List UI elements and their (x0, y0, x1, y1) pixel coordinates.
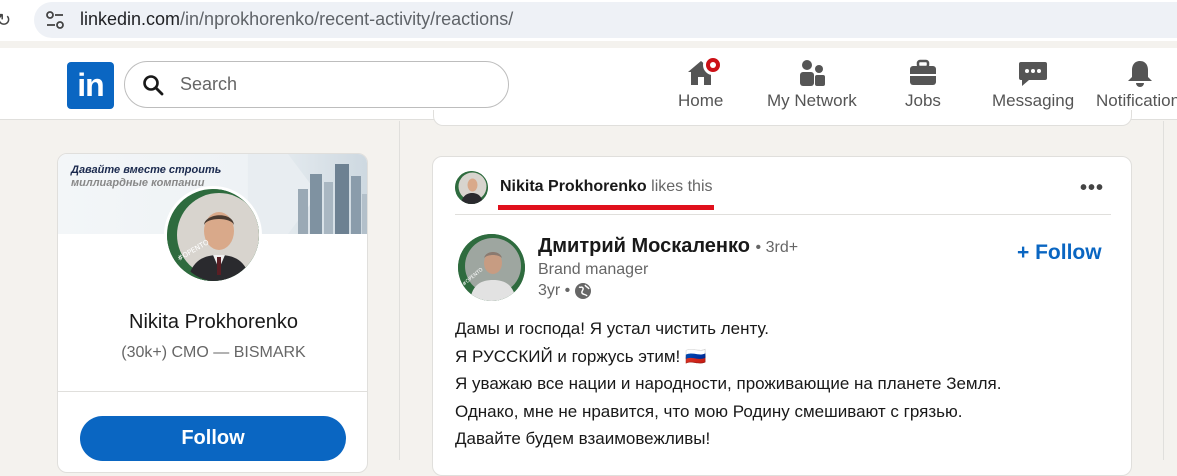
network-icon (799, 60, 825, 86)
connection-degree: • 3rd+ (755, 239, 799, 256)
nav-jobs-label: Jobs (905, 91, 941, 110)
profile-headline: (30k+) CMO — BISMARK (121, 344, 306, 361)
author-name[interactable]: Дмитрий Москаленко • 3rd+ (538, 235, 798, 258)
avatar-photo: #OPENTO (458, 234, 525, 301)
feed-divider (1163, 121, 1164, 460)
post-text-line: Я уважаю все нации и народности, прожива… (455, 374, 1002, 393)
nav-messaging[interactable]: Messaging (992, 58, 1074, 111)
feed-divider (399, 121, 400, 460)
nav-my-network-label: My Network (767, 91, 857, 110)
banner-text-line2: миллиардные компании (71, 177, 205, 189)
messaging-icon (1019, 62, 1048, 86)
nav-jobs[interactable]: Jobs (905, 58, 941, 111)
nav-home[interactable]: Home (678, 55, 724, 111)
post-follow-button[interactable]: + Follow (1017, 241, 1102, 265)
post-timestamp: 3yr • (538, 282, 592, 300)
search-input[interactable] (180, 74, 480, 95)
opentowork-frame: #OPENTO (170, 238, 239, 281)
banner-text-line1: Давайте вместе строить (71, 164, 222, 176)
bell-icon (1128, 61, 1152, 87)
banner-text: Давайте вместе строить миллиардные компа… (71, 164, 221, 190)
site-info-icon[interactable] (44, 9, 66, 31)
post-text-line: Дамы и господа! Я устал чистить ленту. (455, 319, 769, 338)
briefcase-icon (909, 59, 936, 85)
nav-home-label: Home (678, 91, 724, 110)
author-title: Brand manager (538, 261, 649, 278)
nav-messaging-label: Messaging (992, 91, 1075, 110)
notification-badge (703, 55, 723, 75)
divider (455, 214, 1111, 215)
context-avatar[interactable] (455, 171, 488, 204)
profile-name[interactable]: Nikita Prokhorenko (58, 311, 367, 334)
author-name-text: Дмитрий Москаленко (538, 235, 750, 257)
post-text-line: Я РУССКИЙ и горжусь этим! 🇷🇺 (455, 346, 707, 366)
search-box[interactable] (124, 61, 509, 108)
context-actor-name[interactable]: Nikita Prokhorenko (500, 178, 647, 195)
highlight-underline (498, 205, 714, 210)
post-text-line: Однако, мне не нравится, что мою Родину … (455, 401, 963, 421)
globe-icon (575, 283, 592, 299)
linkedin-logo[interactable]: in (67, 62, 114, 109)
social-context: Nikita Prokhorenko likes this (500, 178, 713, 196)
previous-post-card (433, 110, 1132, 126)
nav-notifications[interactable]: Notifications (1096, 58, 1177, 111)
profile-avatar[interactable]: #OPENTO (164, 186, 262, 284)
profile-card: Давайте вместе строить миллиардные компа… (57, 153, 368, 473)
reload-icon[interactable]: ↻ (0, 10, 11, 31)
nav-notifications-label: Notifications (1096, 91, 1177, 110)
url-text[interactable]: linkedin.com/in/nprokhorenko/recent-acti… (80, 9, 513, 30)
svg-text:#OPENTO: #OPENTO (176, 238, 211, 263)
search-icon (143, 75, 164, 96)
author-avatar[interactable]: #OPENTO (458, 234, 525, 301)
nav-my-network[interactable]: My Network (767, 58, 857, 111)
url-path: /in/nprokhorenko/recent-activity/reactio… (180, 9, 514, 29)
avatar-photo (455, 171, 488, 204)
skyline-image (248, 154, 367, 234)
post-card: Nikita Prokhorenko likes this ••• #OPENT… (432, 156, 1132, 476)
context-action: likes this (651, 178, 713, 195)
divider (58, 391, 367, 392)
browser-url-bar: ↻ linkedin.com/in/nprokhorenko/recent-ac… (0, 0, 1177, 41)
post-text-line: Давайте будем взаимовежливы! (455, 429, 711, 448)
post-age: 3yr • (538, 282, 571, 299)
more-options-icon[interactable]: ••• (1080, 177, 1104, 200)
profile-follow-button[interactable]: Follow (80, 416, 346, 461)
url-host: linkedin.com (80, 9, 181, 29)
post-body: Дамы и господа! Я устал чистить ленту. Я… (455, 315, 1105, 453)
